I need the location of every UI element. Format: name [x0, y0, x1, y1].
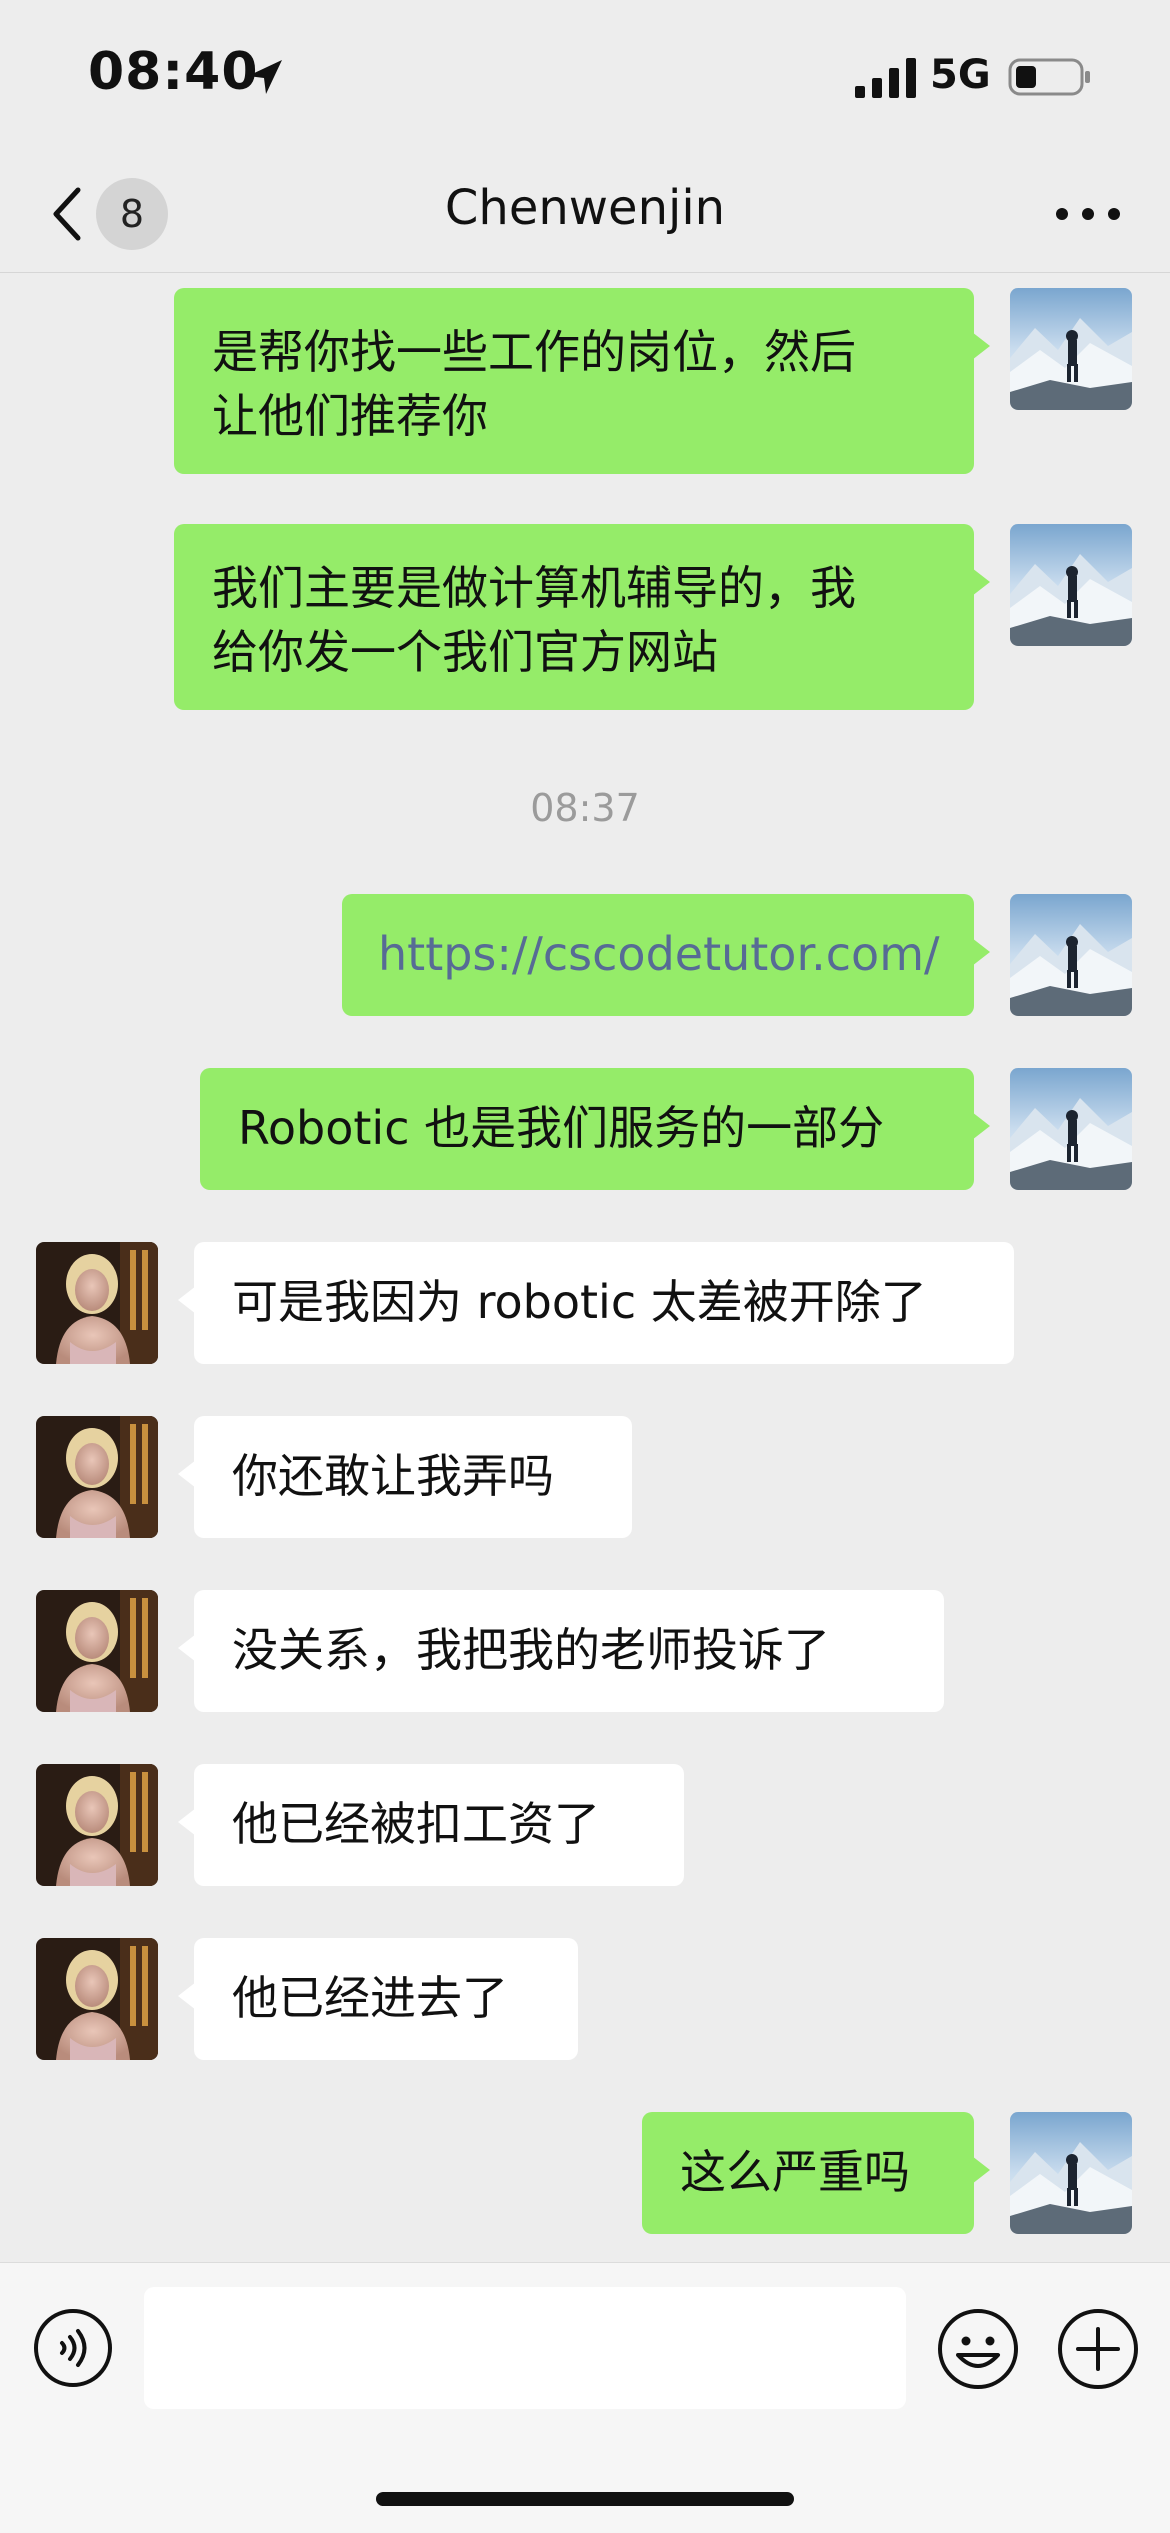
avatar[interactable] — [1010, 1068, 1132, 1190]
avatar[interactable] — [1010, 288, 1132, 410]
avatar[interactable] — [1010, 2112, 1132, 2234]
location-arrow-icon — [248, 60, 282, 94]
message-row: 他已经被扣工资了 — [0, 1764, 1170, 1886]
message-text: 是帮你找一些工作的岗位，然后 — [212, 325, 856, 379]
message-bubble-outgoing[interactable]: 是帮你找一些工作的岗位，然后 让他们推荐你 — [174, 288, 990, 474]
emoji-icon[interactable] — [936, 2307, 1020, 2391]
message-bubble-incoming[interactable]: 他已经被扣工资了 — [178, 1764, 684, 1886]
status-bar: 08:40 5G — [0, 0, 1170, 150]
message-bubble-outgoing[interactable]: 我们主要是做计算机辅导的，我 给你发一个我们官方网站 — [174, 524, 990, 710]
message-bubble-outgoing[interactable]: Robotic 也是我们服务的一部分 — [200, 1068, 990, 1190]
message-bubble-incoming[interactable]: 没关系，我把我的老师投诉了 — [178, 1590, 944, 1712]
avatar[interactable] — [36, 1764, 158, 1886]
status-time: 08:40 — [88, 42, 259, 102]
message-row: 可是我因为 robotic 太差被开除了 — [0, 1242, 1170, 1364]
nav-bar: 8 Chenwenjin — [0, 150, 1170, 273]
message-text: 你还敢让我弄吗 — [232, 1449, 554, 1503]
message-input[interactable] — [144, 2287, 906, 2409]
message-text: 他已经进去了 — [232, 1971, 508, 2025]
voice-icon[interactable] — [32, 2307, 114, 2389]
message-link[interactable]: https://cscodetutor.com/ — [378, 927, 940, 981]
chat-title: Chenwenjin — [444, 180, 726, 236]
battery-icon — [1008, 58, 1090, 96]
home-indicator — [376, 2492, 794, 2506]
plus-icon[interactable] — [1056, 2307, 1140, 2391]
more-icon[interactable] — [1048, 184, 1128, 244]
avatar[interactable] — [36, 1416, 158, 1538]
message-row: 你还敢让我弄吗 — [0, 1416, 1170, 1538]
message-bubble-outgoing[interactable]: https://cscodetutor.com/ — [342, 894, 990, 1016]
message-text: 给你发一个我们官方网站 — [212, 625, 718, 679]
message-text: Robotic 也是我们服务的一部分 — [238, 1101, 885, 1155]
message-text: 没关系，我把我的老师投诉了 — [232, 1623, 830, 1677]
message-row: 我们主要是做计算机辅导的，我 给你发一个我们官方网站 — [0, 524, 1170, 710]
message-bubble-incoming[interactable]: 可是我因为 robotic 太差被开除了 — [178, 1242, 1014, 1364]
message-text: 可是我因为 robotic 太差被开除了 — [232, 1275, 927, 1329]
message-row: 没关系，我把我的老师投诉了 — [0, 1590, 1170, 1712]
avatar[interactable] — [1010, 524, 1132, 646]
message-text: 这么严重吗 — [680, 2145, 910, 2199]
message-row: 这么严重吗 — [0, 2112, 1170, 2234]
message-text: 让他们推荐你 — [212, 389, 488, 443]
message-bubble-outgoing[interactable]: 这么严重吗 — [642, 2112, 990, 2234]
avatar[interactable] — [36, 1590, 158, 1712]
avatar[interactable] — [36, 1938, 158, 2060]
message-text: 他已经被扣工资了 — [232, 1797, 600, 1851]
message-bubble-incoming[interactable]: 你还敢让我弄吗 — [178, 1416, 632, 1538]
message-row: Robotic 也是我们服务的一部分 — [0, 1068, 1170, 1190]
message-bubble-incoming[interactable]: 他已经进去了 — [178, 1938, 578, 2060]
avatar[interactable] — [1010, 894, 1132, 1016]
message-row: https://cscodetutor.com/ — [0, 894, 1170, 1016]
network-label: 5G — [930, 52, 991, 98]
message-row: 他已经进去了 — [0, 1938, 1170, 2060]
message-timestamp: 08:37 — [530, 786, 640, 830]
avatar[interactable] — [36, 1242, 158, 1364]
signal-icon — [855, 58, 916, 98]
message-text: 我们主要是做计算机辅导的，我 — [212, 561, 856, 615]
message-row: 是帮你找一些工作的岗位，然后 让他们推荐你 — [0, 288, 1170, 474]
